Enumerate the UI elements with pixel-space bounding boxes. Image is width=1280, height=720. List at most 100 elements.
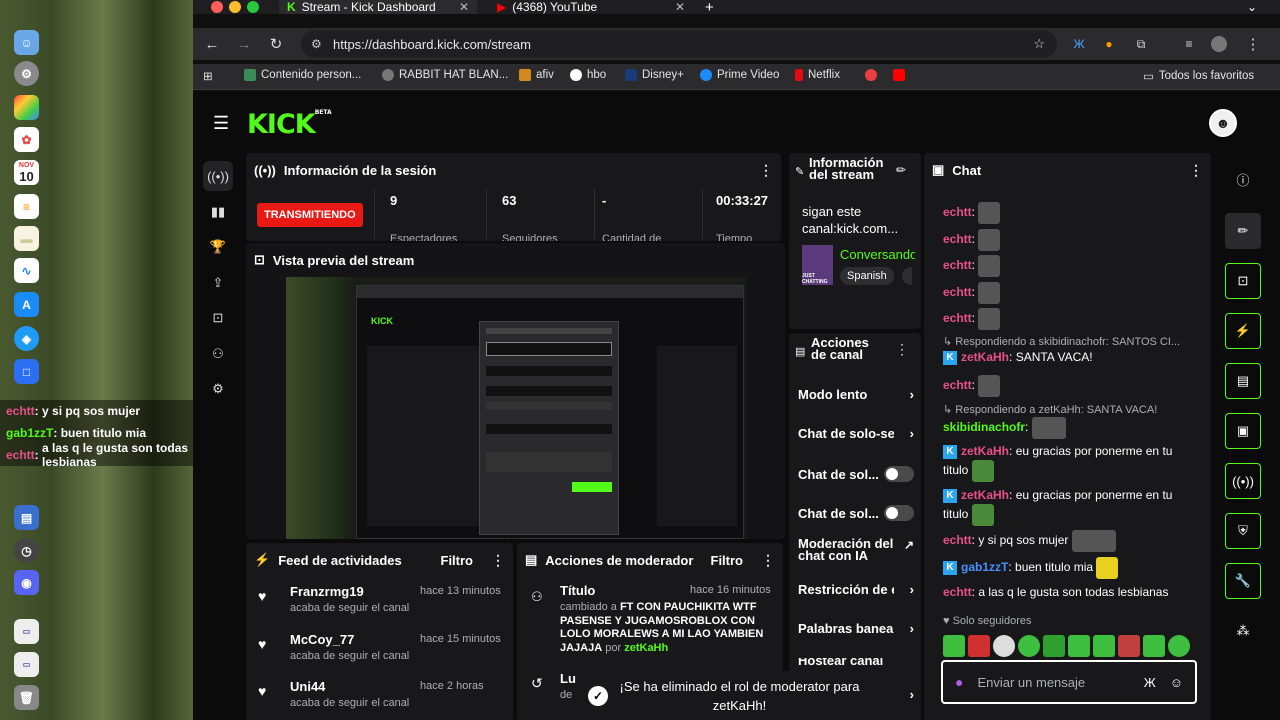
close-tab-icon[interactable]: ✕ <box>459 0 469 14</box>
emote-icon[interactable] <box>1043 635 1065 657</box>
preview-app-icon[interactable]: ▤ <box>14 505 39 530</box>
tab-kick-dashboard[interactable]: K Stream - Kick Dashboard ✕ <box>279 0 477 14</box>
stream-nav-icon[interactable]: ((•)) <box>203 161 233 191</box>
minimize-window-button[interactable] <box>229 1 241 13</box>
bookmark-item[interactable] <box>893 69 905 81</box>
discord-icon[interactable]: ◉ <box>14 570 39 595</box>
chat-username[interactable]: echtt <box>943 232 972 246</box>
chat-message-input[interactable]: ● Enviar un mensaje Ж ☺ <box>941 660 1197 704</box>
more-options-icon[interactable]: ⋮ <box>491 552 505 569</box>
tab-search-button[interactable]: ⌄ <box>1247 0 1257 14</box>
apps-grid-icon[interactable]: ⊞ <box>203 69 213 83</box>
safari-icon[interactable]: ◈ <box>14 326 39 351</box>
apps-icon[interactable]: ⁂ <box>1225 613 1261 649</box>
slow-mode-action[interactable]: Modo lento › <box>798 387 914 402</box>
tasks-icon[interactable]: □ <box>14 359 39 384</box>
bookmark-item[interactable]: hbo <box>570 69 606 81</box>
all-bookmarks-folder[interactable]: ▭ Todos los favoritos <box>1143 69 1254 83</box>
extensions-puzzle-icon[interactable]: ⧉ <box>1131 34 1151 54</box>
emote-icon[interactable] <box>1143 635 1165 657</box>
clock-app-icon[interactable]: ◷ <box>14 538 39 563</box>
bookmark-item[interactable]: Disney+ <box>625 69 684 81</box>
wrench-icon[interactable]: 🔧 <box>1225 563 1261 599</box>
emote-icon[interactable] <box>1018 635 1040 657</box>
settings-icon[interactable]: ⚙ <box>14 61 39 86</box>
bookmark-item[interactable]: Netflix <box>795 69 840 81</box>
extension-icon[interactable]: ● <box>1099 34 1119 54</box>
ai-moderation-action[interactable]: Moderación del chat con IA ↗ <box>798 537 914 562</box>
community-nav-icon[interactable]: ⚇ <box>203 339 233 369</box>
chat-message[interactable]: echtt: <box>943 255 1199 277</box>
restriction-action[interactable]: Restricción de e › <box>798 582 914 597</box>
trophy-nav-icon[interactable]: 🏆 <box>203 232 233 262</box>
profile-avatar[interactable] <box>1209 34 1229 54</box>
reload-button[interactable]: ↻ <box>266 34 286 54</box>
bookmark-item[interactable]: Prime Video <box>700 69 779 81</box>
document-icon-2[interactable]: ▭ <box>14 652 39 677</box>
launchpad-icon[interactable] <box>14 95 39 120</box>
browser-menu-icon[interactable]: ⋮ <box>1243 34 1263 54</box>
filter-button[interactable]: Filtro <box>441 553 474 568</box>
clip-icon[interactable]: ⊡ <box>1225 263 1261 299</box>
toggle-switch[interactable] <box>884 466 914 482</box>
chat-message[interactable]: echtt: a las q le gusta son todas lesbia… <box>943 584 1199 601</box>
bolt-icon[interactable]: ⚡ <box>1225 313 1261 349</box>
site-info-icon[interactable]: ⚙ <box>311 37 322 51</box>
bookmark-item[interactable]: RABBIT HAT BLAN... <box>382 69 508 81</box>
emote-icon[interactable] <box>993 635 1015 657</box>
maximize-window-button[interactable] <box>247 1 259 13</box>
bookmark-item[interactable]: afiv <box>519 69 554 81</box>
host-channel-action[interactable]: Hostear canal <box>798 658 914 668</box>
stream-category[interactable]: Conversando <box>840 247 915 262</box>
tab-youtube[interactable]: ▶ (4368) YouTube ✕ <box>491 0 691 14</box>
chat-username[interactable]: zetKaHh <box>961 488 1009 502</box>
clips-nav-icon[interactable]: ⊡ <box>203 303 233 333</box>
hamburger-menu-icon[interactable]: ☰ <box>213 113 229 134</box>
chat-username[interactable]: echtt <box>943 585 972 599</box>
kick-logo[interactable]: KICKBETA <box>247 109 332 140</box>
banned-words-action[interactable]: Palabras banea › <box>798 621 914 636</box>
chat-message[interactable]: echtt: <box>943 282 1199 304</box>
media-control-icon[interactable]: ≡ <box>1179 34 1199 54</box>
more-options-icon[interactable]: ⋮ <box>1189 162 1203 179</box>
subscribers-only-action[interactable]: Chat de sol... <box>798 466 914 482</box>
chat-message[interactable]: echtt: <box>943 375 1199 397</box>
broadcast-icon[interactable]: ((•)) <box>1225 463 1261 499</box>
bookmark-star-icon[interactable]: ☆ <box>1033 36 1045 52</box>
chat-message[interactable]: echtt: y si pq sos mujer <box>943 530 1199 552</box>
chat-username[interactable]: echtt <box>943 205 972 219</box>
reminders-icon[interactable]: ≡ <box>14 194 39 219</box>
chat-username[interactable]: gab1zzT <box>961 560 1008 574</box>
chat-icon[interactable]: ▣ <box>1225 413 1261 449</box>
followers-only-action[interactable]: Chat de solo-se › <box>798 426 914 441</box>
app-store-icon[interactable]: A <box>14 292 39 317</box>
chat-username[interactable]: zetKaHh <box>961 350 1009 364</box>
back-button[interactable]: ← <box>202 34 222 54</box>
upload-nav-icon[interactable]: ⇪ <box>203 268 233 298</box>
chat-username[interactable]: echtt <box>943 311 972 325</box>
document-icon[interactable]: ▭ <box>14 619 39 644</box>
translate-icon[interactable]: Ж <box>1144 675 1156 690</box>
microphone-icon[interactable]: ● <box>955 674 963 690</box>
chat-username[interactable]: echtt <box>943 258 972 272</box>
chat-message[interactable]: Kgab1zzT: buen titulo mia <box>943 557 1199 579</box>
close-tab-icon[interactable]: ✕ <box>675 0 685 14</box>
mod-shield-icon[interactable]: ⛨ <box>1225 513 1261 549</box>
user-avatar[interactable]: ☻ <box>1209 109 1237 137</box>
forward-button[interactable]: → <box>234 34 254 54</box>
address-bar[interactable]: ⚙ https://dashboard.kick.com/stream ☆ <box>301 30 1057 58</box>
emote-icon[interactable] <box>1118 635 1140 657</box>
more-options-icon[interactable]: ⋮ <box>895 341 909 358</box>
emote-icon[interactable] <box>1093 635 1115 657</box>
toggle-switch[interactable] <box>884 505 914 521</box>
photos-icon[interactable]: ✿ <box>14 127 39 152</box>
document-icon[interactable]: ▤ <box>1225 363 1261 399</box>
chat-username[interactable]: zetKaHh <box>961 444 1009 458</box>
emote-icon[interactable] <box>968 635 990 657</box>
emote-icon[interactable] <box>943 635 965 657</box>
chat-message[interactable]: skibidinachofr: <box>943 417 1199 439</box>
analytics-nav-icon[interactable]: ▮▮ <box>203 197 233 227</box>
chat-message[interactable]: KzetKaHh: eu gracias por ponerme en tu t… <box>943 487 1199 526</box>
settings-nav-icon[interactable]: ⚙ <box>203 374 233 404</box>
freeform-icon[interactable]: ∿ <box>14 258 39 283</box>
